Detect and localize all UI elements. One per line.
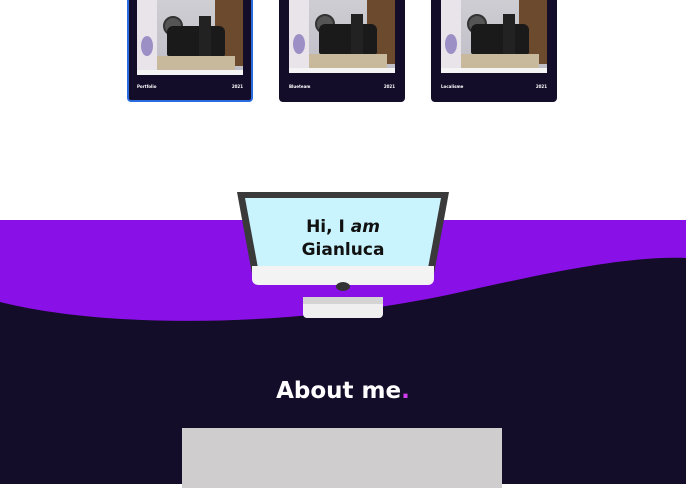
project-year: 2021 bbox=[535, 84, 547, 89]
project-thumbnail bbox=[137, 0, 243, 75]
project-thumbnail bbox=[441, 0, 547, 73]
greeting-emphasis: am bbox=[350, 217, 380, 237]
greeting-name: Gianluca bbox=[301, 240, 385, 260]
project-year: 2021 bbox=[383, 84, 395, 89]
about-title: About me. bbox=[276, 378, 410, 404]
monitor-logo-icon bbox=[336, 282, 350, 291]
about-section: About me. bbox=[0, 330, 686, 488]
project-card-blueteam[interactable]: Blueteam 2021 bbox=[279, 0, 405, 102]
about-image-placeholder bbox=[182, 428, 502, 488]
project-name: Portfolio bbox=[137, 84, 157, 89]
hero-greeting: Hi, I am Gianluca bbox=[231, 216, 455, 262]
project-year: 2021 bbox=[231, 84, 243, 89]
project-name: Localisme bbox=[441, 84, 464, 89]
projects-strip: Portfolio 2021 Blueteam 2021 Localisme 2… bbox=[0, 0, 686, 110]
project-thumbnail bbox=[289, 0, 395, 73]
project-card-localisme[interactable]: Localisme 2021 bbox=[431, 0, 557, 102]
title-accent-dot: . bbox=[401, 378, 410, 404]
project-name: Blueteam bbox=[289, 84, 311, 89]
project-card-portfolio[interactable]: Portfolio 2021 bbox=[127, 0, 253, 102]
hero-monitor: Hi, I am Gianluca bbox=[231, 188, 455, 322]
greeting-prefix: Hi, I bbox=[306, 217, 351, 237]
